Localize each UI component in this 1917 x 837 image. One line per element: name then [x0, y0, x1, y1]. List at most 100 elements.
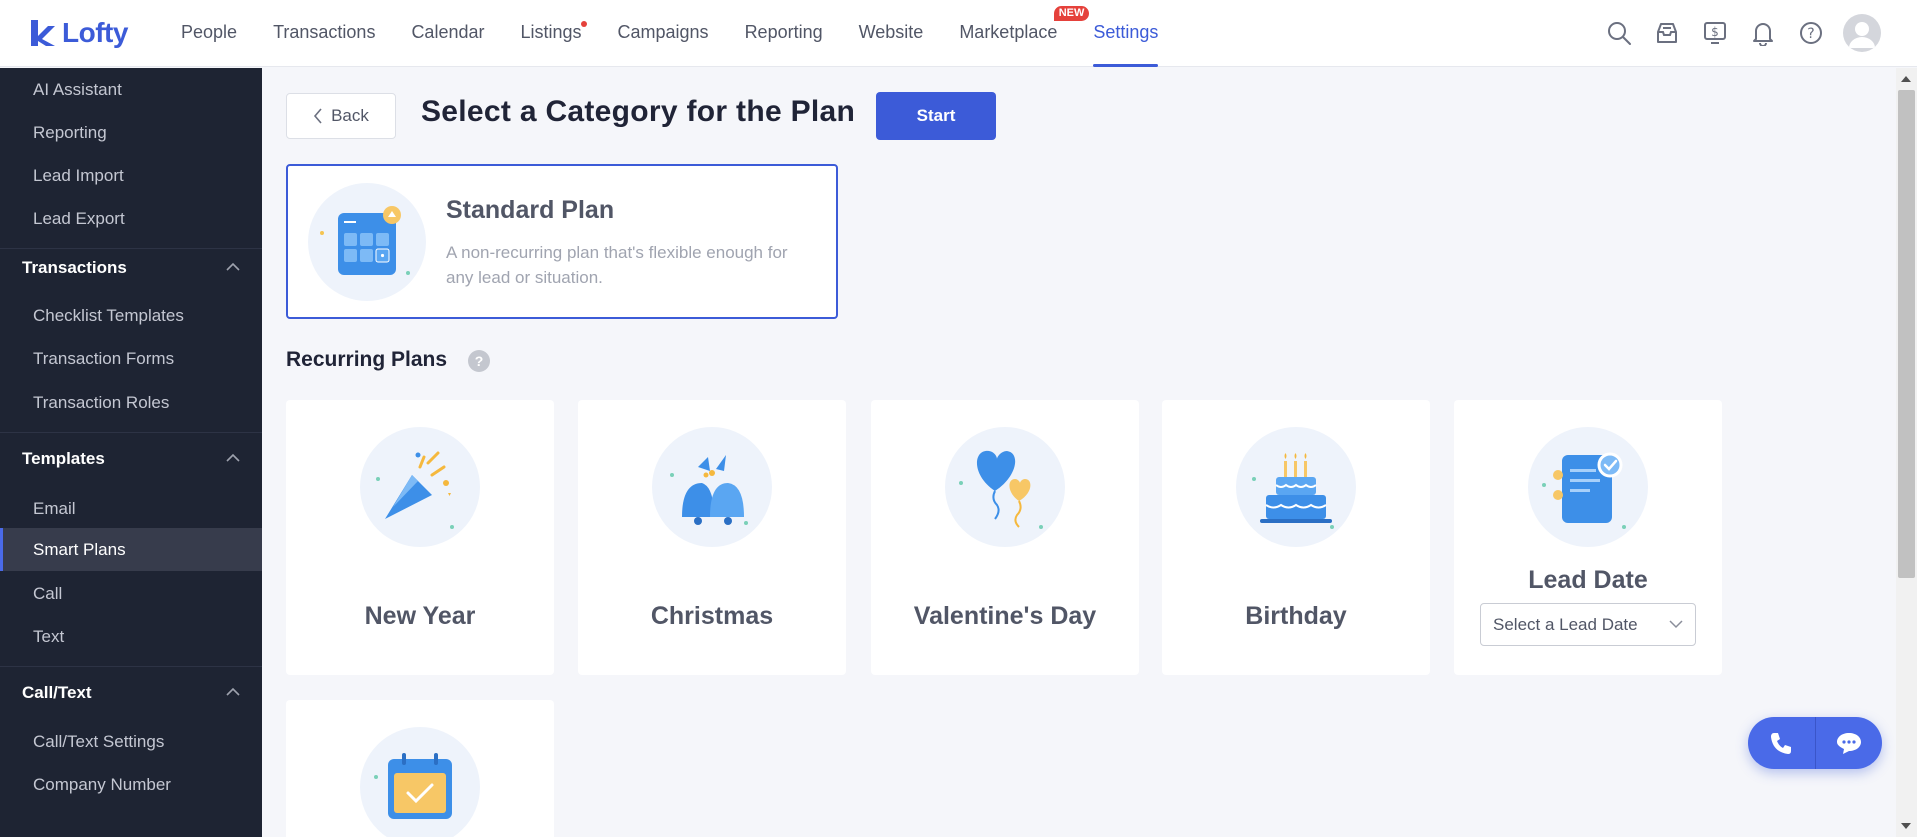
- nav-reporting-label: Reporting: [744, 22, 823, 42]
- nav-people[interactable]: People: [181, 0, 237, 67]
- sidebar-item-smart-plans[interactable]: Smart Plans: [0, 528, 262, 571]
- phone-icon: [1771, 733, 1792, 754]
- sidebar-item-call-text-settings[interactable]: Call/Text Settings: [0, 720, 262, 763]
- sidebar-item-lead-import[interactable]: Lead Import: [0, 154, 262, 197]
- sidebar-item-call[interactable]: Call: [0, 572, 262, 615]
- scroll-up-arrow-icon[interactable]: [1901, 76, 1911, 82]
- lead-date-select-placeholder: Select a Lead Date: [1493, 615, 1638, 634]
- user-avatar-icon: [1849, 22, 1875, 48]
- help-circle-icon[interactable]: ?: [1797, 19, 1825, 47]
- chevron-down-icon: [1669, 620, 1683, 629]
- chat-bubble-icon: [1836, 733, 1861, 754]
- sidebar-item-transaction-forms[interactable]: Transaction Forms: [0, 337, 262, 380]
- recurring-card-new-year[interactable]: New Year: [286, 400, 554, 675]
- sidebar-item-reporting[interactable]: Reporting: [0, 111, 262, 154]
- nav-listings-label: Listings: [520, 22, 582, 42]
- nav-campaigns[interactable]: Campaigns: [618, 0, 709, 67]
- scrollbar-thumb[interactable]: [1898, 90, 1915, 578]
- sidebar-item-transaction-roles[interactable]: Transaction Roles: [0, 381, 262, 424]
- card-label: New Year: [364, 602, 476, 630]
- standard-plan-title: Standard Plan: [446, 196, 615, 224]
- start-button-label: Start: [916, 106, 956, 125]
- avatar[interactable]: [1843, 14, 1881, 52]
- sidebar-item-label: Text: [33, 627, 65, 646]
- nav-listings[interactable]: Listings: [520, 0, 587, 67]
- birthday-cake-icon: [1252, 453, 1334, 529]
- sidebar-group-label: Templates: [22, 449, 105, 468]
- search-icon[interactable]: [1605, 19, 1633, 47]
- top-icon-group: $ ?: [1585, 13, 1881, 53]
- recurring-card-christmas[interactable]: Christmas: [578, 400, 846, 675]
- sidebar-item-checklist-templates[interactable]: Checklist Templates: [0, 294, 262, 337]
- main-content: Back Select a Category for the Plan Star…: [262, 68, 1896, 837]
- sidebar-item-label: Company Number: [33, 775, 171, 794]
- sidebar-item-text[interactable]: Text: [0, 615, 262, 658]
- nav-campaigns-label: Campaigns: [617, 22, 709, 42]
- sidebar-item-label: Call/Text Settings: [33, 732, 165, 751]
- sidebar-item-company-number[interactable]: Company Number: [0, 763, 262, 806]
- scroll-down-arrow-icon[interactable]: [1901, 823, 1911, 829]
- phone-button[interactable]: [1748, 717, 1815, 769]
- sidebar-group-label: Transactions: [22, 258, 127, 277]
- card-illustration: [1236, 427, 1356, 547]
- sidebar-group-templates[interactable]: Templates: [0, 439, 262, 479]
- sidebar-divider: [0, 666, 262, 667]
- billing-icon[interactable]: $: [1701, 19, 1729, 47]
- nav-people-label: People: [181, 22, 238, 42]
- start-button[interactable]: Start: [876, 92, 996, 140]
- standard-plan-description: A non-recurring plan that's flexible eno…: [446, 243, 788, 287]
- call-text-widget: [1748, 717, 1882, 769]
- sidebar-item-label: Call: [33, 584, 63, 603]
- sidebar-item-label: Transaction Roles: [33, 393, 170, 412]
- sidebar-item-label: Lead Import: [33, 166, 124, 185]
- help-icon[interactable]: ?: [468, 350, 490, 372]
- nav-calendar[interactable]: Calendar: [411, 0, 484, 67]
- sidebar-item-label: Lead Export: [33, 209, 125, 228]
- sidebar-item-ai-assistant[interactable]: AI Assistant: [0, 68, 262, 111]
- recurring-card-birthday[interactable]: Birthday: [1162, 400, 1430, 675]
- calendar-check-icon: [374, 753, 452, 819]
- chat-button[interactable]: [1816, 717, 1883, 769]
- chevron-left-icon: [314, 108, 322, 124]
- lead-date-select[interactable]: Select a Lead Date: [1480, 603, 1696, 646]
- recurring-card-valentines-day[interactable]: Valentine's Day: [871, 400, 1139, 675]
- back-button[interactable]: Back: [286, 93, 396, 139]
- inbox-icon[interactable]: [1653, 19, 1681, 47]
- nav-reporting[interactable]: Reporting: [745, 0, 823, 67]
- card-illustration: [945, 427, 1065, 547]
- back-button-label: Back: [331, 106, 369, 125]
- svg-text:$: $: [1711, 25, 1719, 39]
- sidebar-divider: [0, 432, 262, 433]
- christmas-bells-icon: [670, 455, 748, 525]
- nav-calendar-label: Calendar: [411, 22, 485, 42]
- brand-name: Lofty: [62, 17, 128, 48]
- plan-grid-icon: [320, 206, 410, 275]
- nav-marketplace[interactable]: Marketplace NEW: [959, 0, 1090, 67]
- chevron-up-icon: [226, 687, 240, 696]
- nav-marketplace-label: Marketplace: [959, 22, 1058, 42]
- sidebar-item-email[interactable]: Email: [0, 487, 262, 530]
- sidebar-group-call-text[interactable]: Call/Text: [0, 673, 262, 713]
- sidebar-item-lead-export[interactable]: Lead Export: [0, 197, 262, 240]
- top-navigation-bar: Lofty People Transactions Calendar Listi…: [0, 0, 1917, 67]
- bell-icon[interactable]: [1749, 19, 1777, 47]
- card-label: Birthday: [1245, 602, 1347, 630]
- nav-transactions-label: Transactions: [273, 22, 376, 42]
- card-label: Valentine's Day: [913, 602, 1097, 630]
- nav-website[interactable]: Website: [859, 0, 924, 67]
- sidebar-item-label: Reporting: [33, 123, 107, 142]
- card-illustration: [652, 427, 772, 547]
- heart-balloons-icon: [959, 450, 1043, 529]
- sidebar-group-transactions[interactable]: Transactions: [0, 248, 262, 288]
- recurring-card-custom-date[interactable]: [286, 700, 554, 837]
- recurring-card-lead-date[interactable]: Lead Date Select a Lead Date: [1454, 400, 1722, 675]
- chevron-up-icon: [226, 262, 240, 271]
- card-illustration: [360, 427, 480, 547]
- nav-transactions[interactable]: Transactions: [273, 0, 375, 67]
- lofty-logo[interactable]: Lofty: [28, 14, 128, 52]
- standard-plan-card[interactable]: Standard Plan A non-recurring plan that'…: [286, 164, 838, 319]
- lofty-logo-icon: [31, 20, 55, 46]
- page-title: Select a Category for the Plan: [421, 95, 856, 128]
- page-scrollbar[interactable]: [1896, 68, 1917, 837]
- nav-settings[interactable]: Settings: [1093, 0, 1159, 67]
